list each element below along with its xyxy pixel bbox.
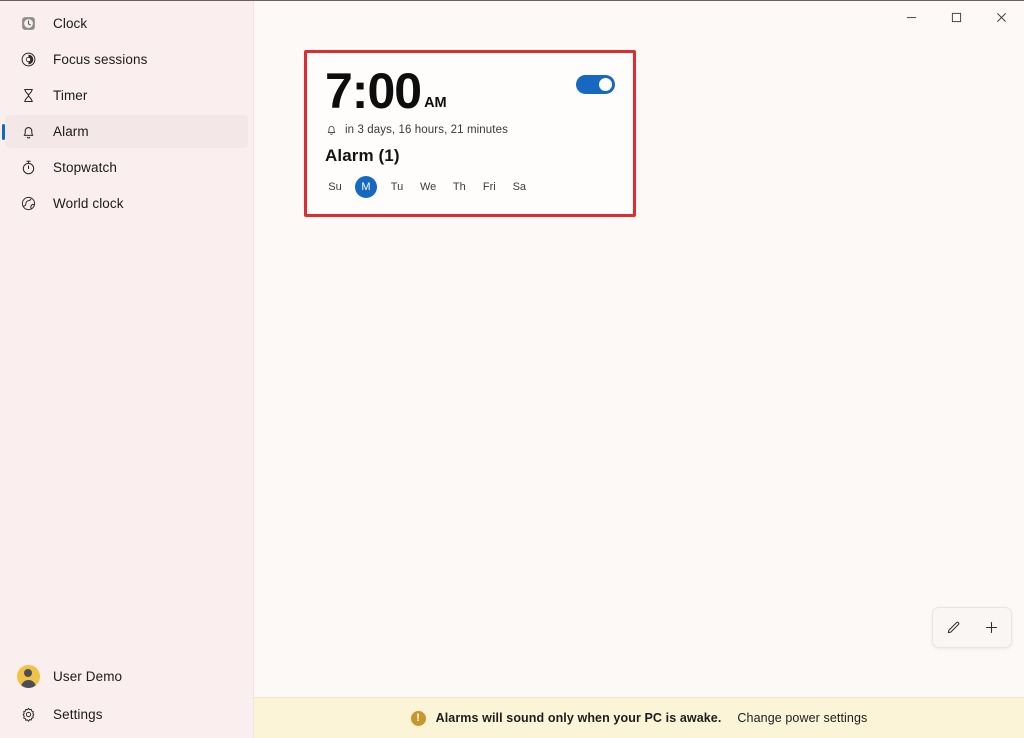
- change-power-settings-link[interactable]: Change power settings: [737, 711, 867, 725]
- sidebar-item-label: Focus sessions: [53, 51, 148, 67]
- avatar-icon: [16, 665, 40, 688]
- day-chip-tu[interactable]: Tu: [387, 177, 407, 197]
- day-chip-we[interactable]: We: [417, 177, 439, 197]
- sidebar-nav: Clock Focus sessions Timer Alarm Stopwat…: [0, 1, 253, 221]
- power-warning-bar: ! Alarms will sound only when your PC is…: [254, 697, 1024, 738]
- avatar-body: [20, 680, 36, 688]
- title-bar: [254, 1, 1024, 34]
- hourglass-icon: [17, 84, 39, 106]
- globe-icon: [17, 192, 39, 214]
- sidebar-item-label: Clock: [53, 15, 88, 31]
- sidebar-item-label: Timer: [53, 87, 88, 103]
- clock-icon: [17, 12, 39, 34]
- sidebar-item-alarm[interactable]: Alarm: [2, 114, 248, 148]
- sidebar-item-label: Alarm: [53, 123, 89, 139]
- day-chip-su[interactable]: Su: [325, 177, 345, 197]
- sidebar-item-focus-sessions[interactable]: Focus sessions: [5, 43, 248, 76]
- sidebar-item-stopwatch[interactable]: Stopwatch: [5, 151, 248, 184]
- sidebar-item-label: World clock: [53, 195, 124, 211]
- alarm-next-ring-row: in 3 days, 16 hours, 21 minutes: [325, 123, 615, 136]
- warning-message: Alarms will sound only when your PC is a…: [435, 711, 722, 725]
- alarm-time-value: 7:00: [325, 63, 422, 119]
- avatar-head: [24, 669, 32, 677]
- alarm-action-bar: [932, 607, 1012, 648]
- sidebar-item-label: Stopwatch: [53, 159, 117, 175]
- alarm-card-highlight: 7:00 AM in 3 days, 16 hours, 21 minutes …: [304, 50, 636, 217]
- alarm-toggle[interactable]: [576, 75, 615, 94]
- avatar: [16, 665, 40, 688]
- toggle-knob: [599, 78, 612, 91]
- selection-indicator: [2, 123, 5, 140]
- user-name-label: User Demo: [53, 669, 123, 684]
- day-chip-m[interactable]: M: [355, 176, 377, 198]
- clock-app-window: Clock Focus sessions Timer Alarm Stopwat…: [0, 0, 1024, 738]
- alarm-time: 7:00 AM: [325, 63, 447, 119]
- warning-icon: !: [410, 710, 426, 726]
- sidebar-item-settings[interactable]: Settings: [5, 698, 248, 731]
- alarm-card[interactable]: 7:00 AM in 3 days, 16 hours, 21 minutes …: [307, 53, 633, 214]
- alarm-days-row: Su M Tu We Th Fri Sa: [325, 176, 615, 198]
- day-chip-th[interactable]: Th: [449, 177, 469, 197]
- sidebar-item-clock[interactable]: Clock: [5, 7, 248, 40]
- sidebar-item-label: Settings: [53, 706, 103, 722]
- focus-icon: [17, 48, 39, 70]
- sidebar-item-world-clock[interactable]: World clock: [5, 187, 248, 220]
- edit-alarm-button[interactable]: [933, 608, 972, 647]
- alarm-name: Alarm (1): [325, 146, 400, 165]
- alarm-time-meridiem: AM: [424, 95, 447, 111]
- sidebar-item-timer[interactable]: Timer: [5, 79, 248, 112]
- content-area: 7:00 AM in 3 days, 16 hours, 21 minutes …: [254, 34, 1024, 697]
- maximize-button[interactable]: [934, 1, 979, 34]
- stopwatch-icon: [17, 156, 39, 178]
- bell-icon: [17, 120, 39, 142]
- main-area: 7:00 AM in 3 days, 16 hours, 21 minutes …: [254, 1, 1024, 738]
- sidebar: Clock Focus sessions Timer Alarm Stopwat…: [0, 1, 254, 738]
- sidebar-footer: User Demo Settings: [0, 657, 253, 738]
- day-chip-fri[interactable]: Fri: [479, 177, 499, 197]
- day-chip-sa[interactable]: Sa: [509, 177, 529, 197]
- alarm-next-ring-text: in 3 days, 16 hours, 21 minutes: [345, 123, 508, 136]
- minimize-button[interactable]: [889, 1, 934, 34]
- bell-icon: [325, 123, 338, 136]
- gear-icon: [17, 703, 39, 725]
- close-button[interactable]: [979, 1, 1024, 34]
- alarm-time-row: 7:00 AM: [325, 63, 615, 119]
- sidebar-item-user-account[interactable]: User Demo: [5, 659, 248, 695]
- add-alarm-button[interactable]: [972, 608, 1011, 647]
